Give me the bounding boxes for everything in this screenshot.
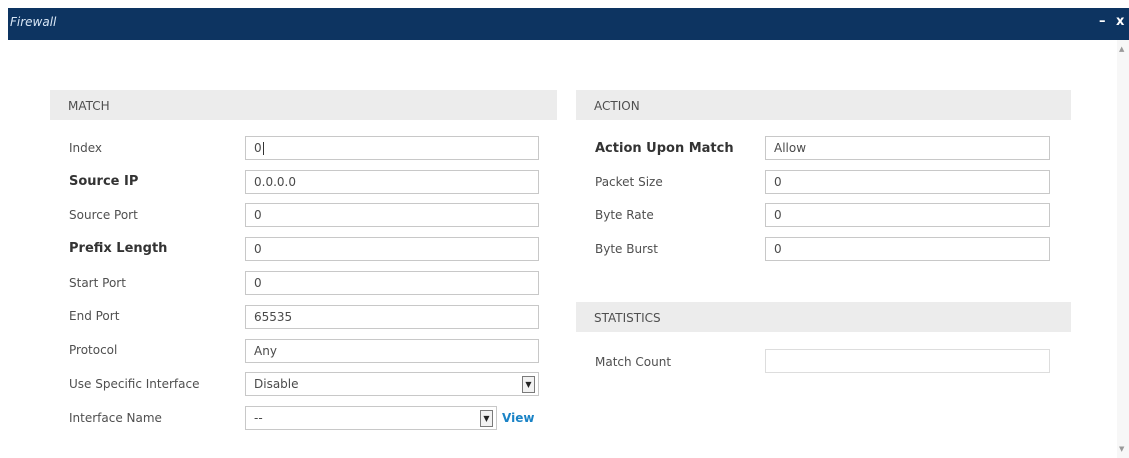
window-titlebar: Firewall – x bbox=[8, 8, 1129, 40]
view-link[interactable]: View bbox=[502, 411, 534, 425]
action-heading: ACTION bbox=[594, 99, 640, 113]
statistics-heading: STATISTICS bbox=[594, 311, 661, 325]
source-ip-label: Source IP bbox=[69, 174, 139, 189]
end-port-label: End Port bbox=[69, 309, 120, 323]
match-count-label: Match Count bbox=[595, 355, 672, 369]
minimize-button[interactable]: – bbox=[1099, 14, 1106, 29]
protocol-label: Protocol bbox=[69, 343, 118, 357]
prefix-length-label: Prefix Length bbox=[69, 241, 168, 256]
source-ip-input[interactable]: 0.0.0.0 bbox=[245, 170, 539, 194]
chevron-down-icon[interactable]: ▼ bbox=[522, 376, 535, 393]
start-port-label: Start Port bbox=[69, 276, 126, 290]
index-input[interactable]: 0 bbox=[245, 136, 539, 160]
close-button[interactable]: x bbox=[1116, 14, 1124, 29]
prefix-length-input[interactable]: 0 bbox=[245, 237, 539, 261]
packet-size-input[interactable]: 0 bbox=[765, 170, 1050, 194]
scroll-up-icon[interactable]: ▲ bbox=[1119, 45, 1124, 53]
index-label: Index bbox=[69, 141, 103, 155]
action-upon-match-input[interactable]: Allow bbox=[765, 136, 1050, 160]
scroll-down-icon[interactable]: ▼ bbox=[1119, 445, 1124, 453]
window-title: Firewall bbox=[10, 15, 57, 29]
byte-rate-input[interactable]: 0 bbox=[765, 203, 1050, 227]
match-heading: MATCH bbox=[68, 99, 110, 113]
action-upon-match-label: Action Upon Match bbox=[595, 141, 734, 156]
byte-burst-label: Byte Burst bbox=[595, 242, 658, 256]
end-port-input[interactable]: 65535 bbox=[245, 305, 539, 329]
byte-rate-label: Byte Rate bbox=[595, 208, 654, 222]
packet-size-label: Packet Size bbox=[595, 175, 663, 189]
chevron-down-icon[interactable]: ▼ bbox=[480, 410, 493, 427]
match-count-value bbox=[765, 349, 1050, 373]
use-specific-interface-label: Use Specific Interface bbox=[69, 377, 200, 391]
vertical-scrollbar[interactable]: ▲ ▼ bbox=[1117, 40, 1129, 458]
use-specific-interface-select[interactable]: Disable bbox=[245, 372, 539, 396]
source-port-input[interactable]: 0 bbox=[245, 203, 539, 227]
text-cursor bbox=[262, 142, 264, 155]
interface-name-select[interactable]: -- bbox=[245, 406, 497, 430]
match-section-header: MATCH bbox=[50, 90, 557, 120]
action-section-header: ACTION bbox=[576, 90, 1071, 120]
interface-name-label: Interface Name bbox=[69, 411, 162, 425]
source-port-label: Source Port bbox=[69, 208, 138, 222]
protocol-input[interactable]: Any bbox=[245, 339, 539, 363]
byte-burst-input[interactable]: 0 bbox=[765, 237, 1050, 261]
start-port-input[interactable]: 0 bbox=[245, 271, 539, 295]
statistics-section-header: STATISTICS bbox=[576, 302, 1071, 332]
